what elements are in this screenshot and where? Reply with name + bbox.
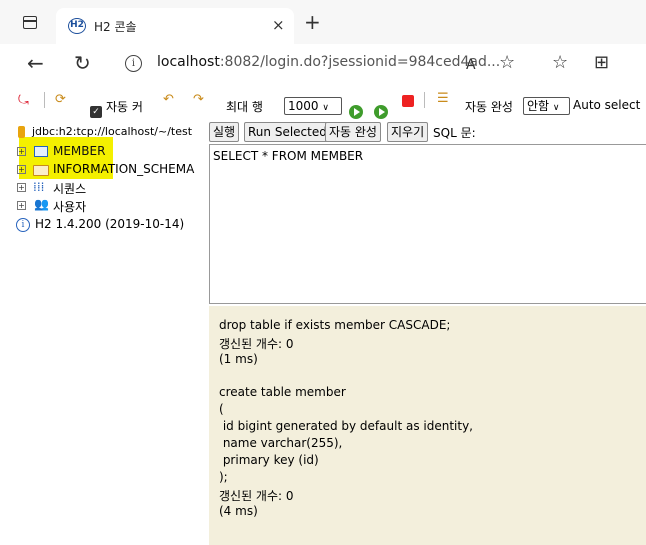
add-favorite-icon[interactable]: ☆ <box>499 53 515 73</box>
browser-tab-bar: H2 H2 콘솔 × + <box>0 0 646 44</box>
new-tab-icon[interactable]: + <box>304 12 321 32</box>
result-line: ); <box>219 470 228 484</box>
back-icon[interactable]: ← <box>27 53 44 73</box>
tree-item-label: INFORMATION_SCHEMA <box>53 162 195 176</box>
run-selected-icon[interactable] <box>374 105 388 119</box>
users-icon: 👥 <box>34 197 49 211</box>
schema-tree: jdbc:h2:tcp://localhost/~/test + MEMBER … <box>0 120 205 545</box>
folder-icon <box>33 165 49 176</box>
run-selected-button[interactable]: Run Selected <box>244 122 331 142</box>
result-line: (1 ms) <box>219 352 258 366</box>
commit-icon[interactable]: ↷ <box>193 93 204 106</box>
h2-favicon-icon: H2 <box>68 18 86 34</box>
autocommit-label: 자동 커 <box>106 100 143 114</box>
connection-label: jdbc:h2:tcp://localhost/~/test <box>32 125 193 138</box>
read-aloud-icon[interactable]: A <box>466 55 476 75</box>
divider <box>44 92 45 108</box>
expand-icon[interactable]: + <box>17 201 26 210</box>
stop-icon[interactable] <box>402 95 414 107</box>
h2-toolbar: ⤿ ⟳ ✓ 자동 커 ↶ ↷ 최대 행 1000 ∨ ☰ 자동 완성 안함 ∨ … <box>0 86 646 120</box>
result-panel: drop table if exists member CASCADE; 갱신된… <box>209 306 646 545</box>
reload-icon[interactable]: ↻ <box>74 53 91 73</box>
max-rows-label: 최대 행 <box>226 100 263 114</box>
sql-statement-label: SQL 문: <box>433 126 476 140</box>
expand-icon[interactable]: + <box>17 183 26 192</box>
clear-button[interactable]: 지우기 <box>387 122 429 142</box>
expand-icon[interactable]: + <box>17 147 26 156</box>
result-line: id bigint generated by default as identi… <box>219 419 473 433</box>
refresh-icon[interactable]: ⟳ <box>55 93 66 106</box>
tree-item-label: 시퀀스 <box>53 182 87 196</box>
sequence-icon: ⁞⁞⁞ <box>33 180 45 194</box>
tab-title: H2 콘솔 <box>94 20 137 34</box>
url-field[interactable]: localhost:8082/login.do?jsessionid=984ce… <box>157 54 500 70</box>
result-line <box>219 369 636 385</box>
result-line: 갱신된 개수: 0 <box>219 489 294 503</box>
result-line: (4 ms) <box>219 504 258 518</box>
close-icon[interactable]: × <box>272 16 285 34</box>
autocommit-checkbox[interactable]: ✓ <box>90 106 102 118</box>
browser-address-bar: ← ↻ i localhost:8082/login.do?jsessionid… <box>0 44 646 86</box>
rollback-icon[interactable]: ↶ <box>163 93 174 106</box>
result-line: create table member <box>219 385 346 399</box>
info-icon[interactable]: i <box>125 55 142 72</box>
result-line: name varchar(255), <box>219 436 343 450</box>
collections-icon[interactable]: ⊞ <box>594 53 609 73</box>
history-icon[interactable]: ☰ <box>437 92 449 105</box>
expand-icon[interactable]: + <box>17 165 26 174</box>
disconnect-icon[interactable]: ⤿ <box>18 94 29 107</box>
result-line: 갱신된 개수: 0 <box>219 337 294 351</box>
divider <box>424 92 425 108</box>
autoselect-label: Auto select <box>573 98 641 112</box>
database-icon <box>18 126 25 138</box>
tree-item-label: MEMBER <box>53 144 106 158</box>
run-button[interactable]: 실행 <box>209 122 240 142</box>
table-icon <box>34 146 48 157</box>
result-line: primary key (id) <box>219 453 319 467</box>
browser-tab[interactable]: H2 H2 콘솔 × <box>56 8 294 44</box>
run-icon[interactable] <box>349 105 363 119</box>
info-icon: i <box>16 218 30 232</box>
autocomplete-button[interactable]: 자동 완성 <box>325 122 381 142</box>
result-line: drop table if exists member CASCADE; <box>219 318 451 332</box>
autocomplete-label: 자동 완성 <box>465 100 513 114</box>
version-label: H2 1.4.200 (2019-10-14) <box>35 217 185 231</box>
max-rows-select[interactable]: 1000 ∨ <box>284 97 342 115</box>
sql-editor[interactable]: SELECT * FROM MEMBER <box>209 144 646 304</box>
tab-actions-icon[interactable] <box>23 16 37 29</box>
autocomplete-select[interactable]: 안함 ∨ <box>523 97 570 115</box>
result-line: ( <box>219 402 224 416</box>
tree-item-label: 사용자 <box>53 200 87 214</box>
favorites-icon[interactable]: ☆ <box>552 53 568 73</box>
